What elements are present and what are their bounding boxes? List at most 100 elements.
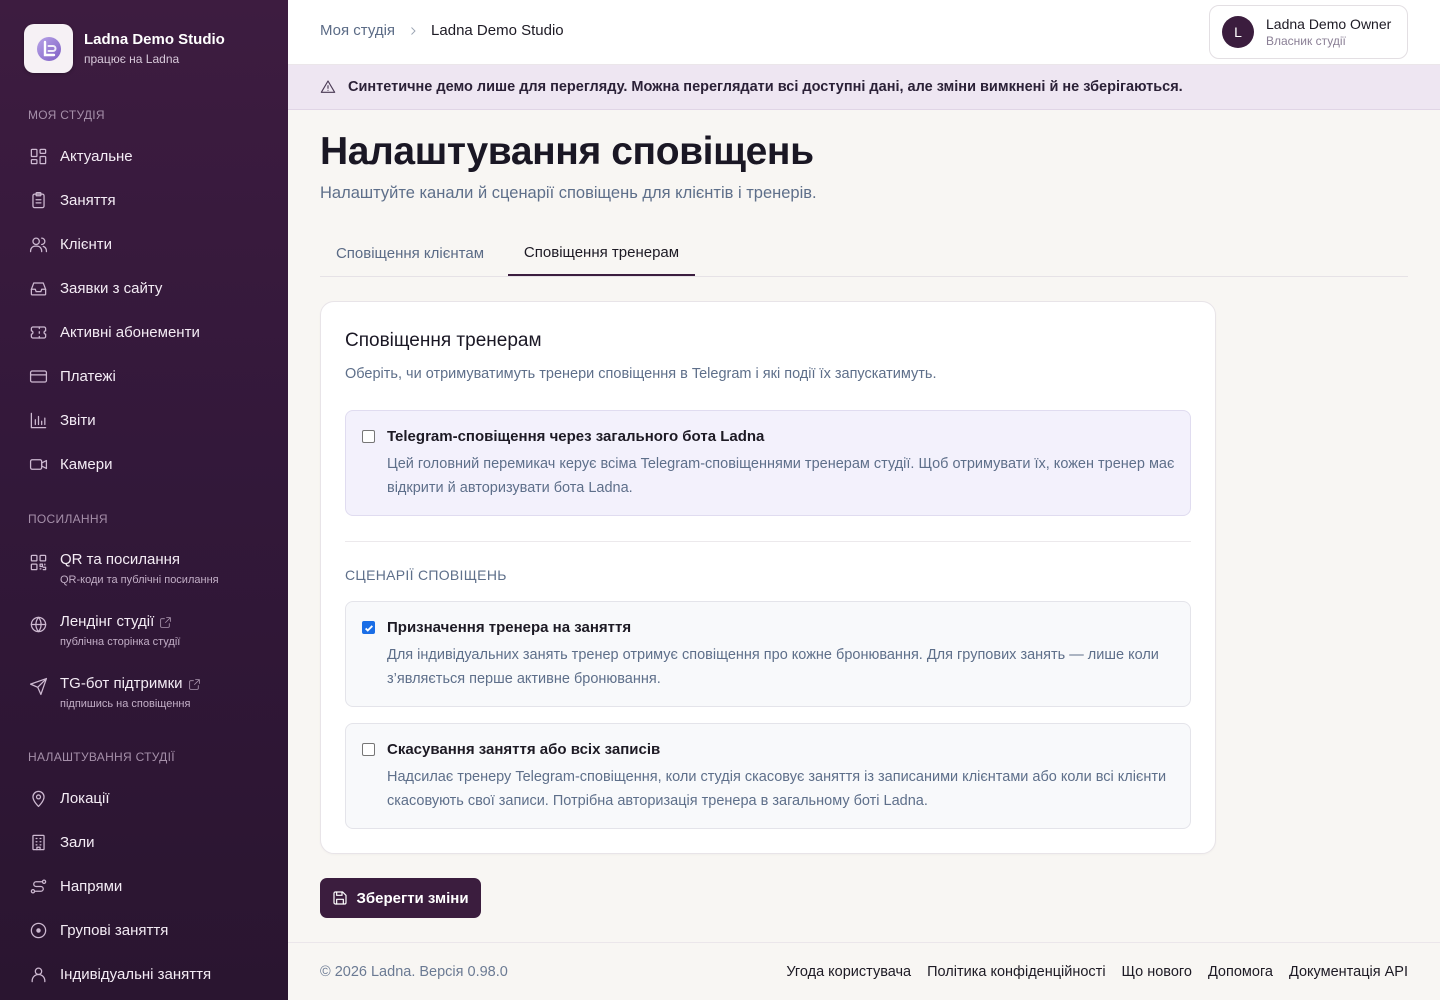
sidebar-item-label: Платежі	[60, 367, 116, 385]
sidebar-item-label: Актуальне	[60, 147, 133, 165]
footer-link-help[interactable]: Допомога	[1208, 964, 1273, 980]
qr-code-icon	[28, 552, 48, 572]
card-title: Сповіщення тренерам	[345, 330, 542, 351]
sidebar: Ladna Demo Studio працює на Ladna Моя ст…	[0, 0, 288, 1000]
trainer-notifications-card: Сповіщення тренерам Оберіть, чи отримува…	[320, 301, 1216, 854]
class-cancelled-checkbox[interactable]	[362, 743, 375, 756]
sidebar-item-label: TG-бот підтримки	[60, 675, 183, 692]
save-button-label: Зберегти зміни	[356, 889, 469, 907]
sidebar-item-classes[interactable]: Заняття	[28, 182, 268, 218]
footer-link-whats-new[interactable]: Що нового	[1122, 964, 1192, 980]
option-title: Призначення тренера на заняття	[387, 619, 632, 636]
option-title: Скасування заняття або всіх записів	[387, 741, 661, 758]
globe-icon	[28, 614, 48, 634]
tabs: Сповіщення клієнтам Сповіщення тренерам	[320, 230, 1408, 277]
demo-warning-banner: Синтетичне демо лише для перегляду. Можн…	[288, 65, 1440, 110]
scenario-class-cancelled: Скасування заняття або всіх записів Надс…	[345, 723, 1191, 829]
dashboard-icon	[28, 146, 48, 166]
footer-link-api-docs[interactable]: Документація API	[1289, 964, 1408, 980]
footer: © 2026 Ladna. Версія 0.98.0 Угода корист…	[288, 942, 1440, 1000]
external-link-icon	[188, 678, 200, 690]
banner-text: Синтетичне демо лише для перегляду. Можн…	[348, 79, 1183, 95]
footer-link-terms[interactable]: Угода користувача	[786, 964, 911, 980]
sidebar-item-group-classes[interactable]: Групові заняття	[28, 912, 268, 948]
page-subtitle: Налаштуйте канали й сценарії сповіщень д…	[320, 184, 817, 202]
trainer-assigned-checkbox[interactable]	[362, 621, 375, 634]
inbox-icon	[28, 278, 48, 298]
route-icon	[28, 876, 48, 896]
avatar: L	[1222, 16, 1254, 48]
breadcrumb-root-link[interactable]: Моя студія	[320, 22, 395, 39]
save-button[interactable]: Зберегти зміни	[320, 878, 481, 918]
breadcrumb: Моя студія Ladna Demo Studio	[320, 22, 564, 39]
section-my-studio: Моя студія	[28, 108, 105, 122]
sidebar-item-reports[interactable]: Звіти	[28, 402, 268, 438]
sidebar-item-label: Локації	[60, 789, 110, 807]
sidebar-item-locations[interactable]: Локації	[28, 780, 268, 816]
user-name: Ladna Demo Owner	[1266, 16, 1392, 32]
sidebar-item-label: QR та посилання	[60, 551, 181, 568]
ticket-icon	[28, 322, 48, 342]
tab-trainer-notifications[interactable]: Сповіщення тренерам	[508, 230, 695, 276]
scenarios-section-label: Сценарії сповіщень	[345, 567, 507, 583]
sidebar-item-label: Групові заняття	[60, 921, 169, 939]
card-subtitle: Оберіть, чи отримуватимуть тренери спові…	[345, 366, 937, 382]
sidebar-item-tg-bot[interactable]: TG-бот підтримки підпишись на сповіщення	[28, 674, 268, 712]
page-title: Налаштування сповіщень	[320, 130, 814, 173]
copyright: © 2026 Ladna. Версія 0.98.0	[320, 964, 508, 980]
sidebar-item-label: Лендінг студії	[60, 613, 155, 630]
ladna-logo-icon	[24, 24, 73, 73]
sidebar-item-sublabel: підпишись на сповіщення	[60, 698, 191, 710]
sidebar-item-label: Активні абонементи	[60, 323, 200, 341]
breadcrumb-current: Ladna Demo Studio	[431, 22, 564, 39]
section-studio-settings: Налаштування студії	[28, 750, 175, 764]
option-description: Надсилає тренеру Telegram-сповіщення, ко…	[387, 769, 1167, 809]
brand-name: Ladna Demo Studio	[84, 31, 225, 48]
sidebar-item-payments[interactable]: Платежі	[28, 358, 268, 394]
user-role: Власник студії	[1266, 34, 1346, 48]
brand[interactable]: Ladna Demo Studio працює на Ladna	[24, 24, 225, 73]
footer-links: Угода користувача Політика конфіденційно…	[770, 964, 1408, 980]
check-icon	[365, 625, 373, 632]
sidebar-item-directions[interactable]: Напрями	[28, 868, 268, 904]
users-icon	[28, 234, 48, 254]
section-links: Посилання	[28, 512, 108, 526]
option-title: Telegram-сповіщення через загального бот…	[387, 428, 765, 445]
sidebar-item-sublabel: QR-коди та публічні посилання	[60, 574, 219, 586]
sidebar-item-individual-classes[interactable]: Індивідуальні заняття	[28, 956, 268, 992]
divider	[345, 541, 1191, 542]
tab-client-notifications[interactable]: Сповіщення клієнтам	[320, 230, 500, 276]
warning-triangle-icon	[320, 80, 336, 93]
telegram-master-checkbox[interactable]	[362, 430, 375, 443]
option-description: Цей головний перемикач керує всіма Teleg…	[387, 456, 1175, 496]
sidebar-item-label: Заняття	[60, 191, 116, 209]
sidebar-item-sublabel: публічна сторінка студії	[60, 636, 181, 648]
sidebar-item-landing[interactable]: Лендінг студії публічна сторінка студії	[28, 612, 268, 650]
option-description: Для індивідуальних занять тренер отримує…	[387, 647, 1159, 687]
external-link-icon	[160, 616, 172, 628]
sidebar-item-label: Напрями	[60, 877, 123, 895]
sidebar-item-qr-links[interactable]: QR та посилання QR-коди та публічні поси…	[28, 550, 268, 588]
sidebar-item-cameras[interactable]: Камери	[28, 446, 268, 482]
send-icon	[28, 676, 48, 696]
brand-subtitle: працює на Ladna	[84, 52, 180, 66]
sidebar-item-clients[interactable]: Клієнти	[28, 226, 268, 262]
user-icon	[28, 964, 48, 984]
sidebar-item-site-requests[interactable]: Заявки з сайту	[28, 270, 268, 306]
sidebar-item-halls[interactable]: Зали	[28, 824, 268, 860]
credit-card-icon	[28, 366, 48, 386]
clipboard-icon	[28, 190, 48, 210]
bar-chart-icon	[28, 410, 48, 430]
sidebar-item-label: Клієнти	[60, 235, 113, 253]
user-menu[interactable]: L Ladna Demo Owner Власник студії	[1209, 5, 1408, 59]
scenario-trainer-assigned: Призначення тренера на заняття Для індив…	[345, 601, 1191, 707]
sidebar-item-label: Звіти	[60, 411, 96, 429]
sidebar-item-label: Камери	[60, 455, 113, 473]
sidebar-item-current[interactable]: Актуальне	[28, 138, 268, 174]
chevron-right-icon	[407, 25, 419, 37]
footer-link-privacy[interactable]: Політика конфіденційності	[927, 964, 1105, 980]
sidebar-item-label: Індивідуальні заняття	[60, 965, 212, 983]
sidebar-item-subscriptions[interactable]: Активні абонементи	[28, 314, 268, 350]
save-icon	[333, 891, 348, 905]
topbar: Моя студія Ladna Demo Studio L Ladna Dem…	[288, 0, 1440, 65]
